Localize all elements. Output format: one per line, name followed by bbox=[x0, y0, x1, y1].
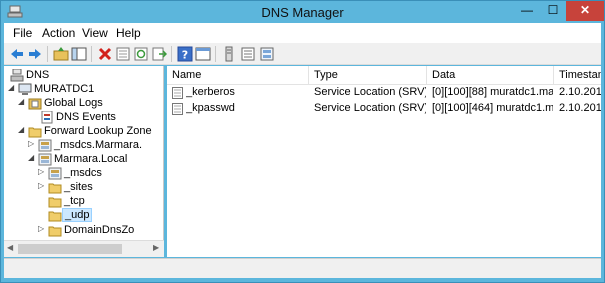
tree-node-sites[interactable]: ▷ _sites bbox=[4, 181, 162, 195]
help-icon[interactable]: ? bbox=[177, 46, 193, 62]
tree-label: DNS Events bbox=[56, 111, 116, 123]
column-header-type[interactable]: Type bbox=[309, 66, 427, 85]
console-pane-icon[interactable] bbox=[195, 46, 211, 62]
cell-type: Service Location (SRV) bbox=[314, 86, 426, 98]
toolbar-separator bbox=[91, 46, 92, 62]
tree-label: _msdcs bbox=[64, 167, 102, 179]
column-header-data[interactable]: Data bbox=[427, 66, 554, 85]
event-log-icon bbox=[41, 111, 53, 124]
tree-node-dns-events[interactable]: DNS Events bbox=[4, 111, 162, 125]
scroll-left-icon[interactable]: ◀ bbox=[7, 243, 13, 252]
tree-label: Global Logs bbox=[44, 97, 103, 109]
menu-view[interactable]: View bbox=[82, 26, 108, 40]
tree-node-dns[interactable]: DNS bbox=[4, 69, 162, 83]
tree-node-domaindnszones[interactable]: ▷ DomainDnsZo bbox=[4, 224, 162, 238]
toolbar-separator bbox=[171, 46, 172, 62]
tree-node-forward-lookup-zones[interactable]: ◢ Forward Lookup Zone bbox=[4, 125, 162, 139]
zone-icon[interactable] bbox=[259, 46, 275, 62]
minimize-button[interactable]: — bbox=[514, 1, 540, 21]
cell-name: _kerberos bbox=[186, 86, 235, 98]
cell-data: [0][100][88] muratdc1.mar... bbox=[432, 86, 553, 98]
scroll-right-icon[interactable]: ▶ bbox=[153, 243, 159, 252]
cell-timestamp: 2.10.2012 bbox=[559, 86, 601, 98]
tree-label: _sites bbox=[64, 181, 93, 193]
table-row[interactable]: _kerberos Service Location (SRV) [0][100… bbox=[167, 85, 601, 101]
svg-text:?: ? bbox=[182, 49, 188, 62]
record-icon[interactable] bbox=[240, 46, 256, 62]
status-bar bbox=[4, 258, 601, 278]
server-icon[interactable] bbox=[221, 46, 237, 62]
export-list-icon[interactable] bbox=[151, 46, 167, 62]
collapse-icon[interactable]: ◢ bbox=[18, 97, 27, 106]
tree-label: MURATDC1 bbox=[34, 83, 95, 95]
table-row[interactable]: _kpasswd Service Location (SRV) [0][100]… bbox=[167, 101, 601, 117]
cell-type: Service Location (SRV) bbox=[314, 102, 426, 114]
dns-root-icon bbox=[10, 69, 24, 82]
refresh-icon[interactable] bbox=[133, 46, 149, 62]
column-header-timestamp[interactable]: Timestan bbox=[554, 66, 601, 85]
scrollbar-thumb[interactable] bbox=[18, 244, 122, 254]
forward-arrow-icon[interactable] bbox=[27, 46, 43, 62]
expand-icon[interactable]: ▷ bbox=[38, 167, 47, 176]
tree-node-server[interactable]: ◢ MURATDC1 bbox=[4, 83, 162, 97]
folder-icon bbox=[48, 183, 62, 194]
tree-label-selected: _udp bbox=[62, 208, 93, 222]
folder-icon bbox=[28, 127, 42, 138]
record-icon bbox=[172, 87, 183, 99]
tree-horizontal-scrollbar[interactable]: ◀ ▶ bbox=[4, 240, 164, 257]
delete-icon[interactable] bbox=[97, 46, 113, 62]
toolbar-separator bbox=[215, 46, 216, 62]
collapse-icon[interactable]: ◢ bbox=[28, 153, 37, 162]
up-folder-icon[interactable] bbox=[53, 46, 69, 62]
menu-file[interactable]: File bbox=[13, 26, 32, 40]
tree-label: DNS bbox=[26, 69, 50, 81]
folder-icon bbox=[48, 197, 62, 208]
menu-bar: File Action View Help bbox=[4, 23, 601, 43]
tree-label: Forward Lookup Zone bbox=[44, 125, 152, 137]
tree-node-msdcs-zone[interactable]: ▷ _msdcs.Marmara. bbox=[4, 139, 162, 153]
properties-icon[interactable] bbox=[115, 46, 131, 62]
toolbar: ? bbox=[4, 43, 601, 65]
title-bar[interactable]: DNS Manager — ☐ ✕ bbox=[1, 1, 604, 23]
column-header-name[interactable]: Name bbox=[167, 66, 309, 85]
tree-label: DomainDnsZo bbox=[64, 224, 135, 236]
folder-icon bbox=[48, 211, 62, 222]
logs-folder-icon bbox=[28, 98, 42, 110]
cell-name: _kpasswd bbox=[186, 102, 235, 114]
toolbar-separator bbox=[47, 46, 48, 62]
cell-timestamp: 2.10.2012 bbox=[559, 102, 601, 114]
cell-data: [0][100][464] muratdc1.mar... bbox=[432, 102, 553, 114]
maximize-button[interactable]: ☐ bbox=[540, 1, 566, 21]
zone-icon bbox=[38, 153, 52, 166]
expand-icon[interactable]: ▷ bbox=[28, 139, 37, 148]
dns-manager-window: DNS Manager — ☐ ✕ File Action View Help bbox=[0, 0, 605, 283]
zone-folder-icon bbox=[48, 167, 62, 180]
collapse-icon[interactable]: ◢ bbox=[18, 125, 27, 134]
back-arrow-icon[interactable] bbox=[9, 46, 25, 62]
record-icon bbox=[172, 103, 183, 115]
expand-icon[interactable]: ▷ bbox=[38, 224, 47, 233]
server-icon bbox=[18, 83, 32, 95]
tree-node-udp[interactable]: _udp bbox=[4, 208, 162, 223]
show-hide-tree-icon[interactable] bbox=[71, 46, 87, 62]
tree-node-marmara-local[interactable]: ◢ Marmara.Local bbox=[4, 153, 162, 167]
tree-node-tcp[interactable]: _tcp bbox=[4, 195, 162, 209]
zone-icon bbox=[38, 139, 52, 152]
close-button[interactable]: ✕ bbox=[566, 1, 604, 21]
tree-label: Marmara.Local bbox=[54, 153, 128, 165]
tree-node-msdcs[interactable]: ▷ _msdcs bbox=[4, 167, 162, 181]
tree-label: _tcp bbox=[64, 195, 85, 207]
tree-label: _msdcs.Marmara. bbox=[54, 139, 143, 151]
tree-node-global-logs[interactable]: ◢ Global Logs bbox=[4, 97, 162, 111]
expand-icon[interactable]: ▷ bbox=[38, 181, 47, 190]
menu-action[interactable]: Action bbox=[42, 26, 75, 40]
folder-icon bbox=[48, 226, 62, 237]
menu-help[interactable]: Help bbox=[116, 26, 141, 40]
console-tree[interactable]: DNS ◢ MURATDC1 ◢ Global Logs DNS Events … bbox=[4, 66, 164, 240]
collapse-icon[interactable]: ◢ bbox=[8, 83, 17, 92]
records-list[interactable]: Name Type Data Timestan _kerberos Servic… bbox=[167, 66, 601, 257]
